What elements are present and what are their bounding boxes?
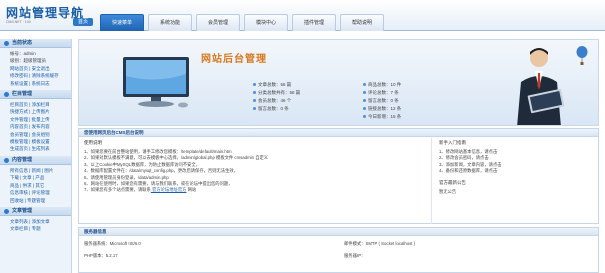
tab-quick-menu[interactable]: 快速菜单 [100, 14, 144, 31]
sidebar: 当前状态 帐号：admin 级别：超级管理员 网站首页 | 安全退出 修改密码 … [0, 39, 72, 273]
site-logo[interactable]: 网站管理导航 CMS.NET · 100 首页 [4, 3, 93, 29]
stat-item: 留言总数：0 条 [253, 106, 289, 112]
sidebar-link[interactable]: 内容首页 | 发布内容 [10, 123, 67, 130]
sidebar-link[interactable]: 会员管理 | 会员组别 [10, 131, 67, 138]
sidebar-link[interactable]: 下载 | 文章 | 产品 [10, 174, 67, 181]
sidebar-link[interactable]: 修改密码 | 清除系统缓存 [10, 72, 67, 79]
top-header: 网站管理导航 CMS.NET · 100 首页 快速菜单 系统功能 会员管理 模… [0, 0, 605, 31]
home-badge[interactable]: 首页 [73, 18, 93, 26]
sidebar-link[interactable]: 信息审核 | 评论管理 [10, 189, 67, 196]
stat-item: 链接总数：12 条 [363, 106, 401, 112]
balloon-icon [576, 46, 588, 65]
sidebar-row: 级别：超级管理员 [10, 58, 46, 64]
businessman-illustration [517, 48, 565, 125]
sidebar-link[interactable]: 栏目首页 | 添加栏目 [10, 101, 67, 108]
notice-text: 暂无公告 [439, 188, 457, 194]
main-nav-tabs: 快速菜单 系统功能 会员管理 模块中心 插件管理 帮助说明 [100, 14, 384, 31]
guide-panel: 您使用网页后台CMS后台说明 使用说明 1、如果您要在前台整站使用，请手工修改您… [78, 128, 599, 224]
sidebar-section-status[interactable]: 当前状态 [0, 39, 71, 48]
divider [431, 138, 432, 224]
server-panel-title: 服务器信息 [79, 228, 598, 236]
sidebar-link[interactable]: 生成首页 | 生成列表 [10, 145, 67, 152]
beginner-title: 新手入门指南 [439, 140, 466, 145]
guide-link[interactable]: 4、备份和还原数据库，请点击 [439, 168, 589, 174]
welcome-banner: 网站后台管理 文章总数：56 篇 分类总数共有：58 篇 会员总数：46 个 留… [78, 39, 599, 126]
sidebar-link[interactable]: 文章栏目 | 专题 [10, 225, 67, 232]
usage-title: 使用说明 [84, 140, 102, 145]
tab-modules[interactable]: 模块中心 [244, 14, 288, 31]
server-ip: 服务器IP： [344, 253, 366, 258]
php-version: PHP版本：5.2.17 [84, 253, 118, 258]
stat-item: 今日新增：15 条 [363, 114, 401, 120]
tab-plugins[interactable]: 插件管理 [292, 14, 336, 31]
logo-subtitle: CMS.NET · 100 [6, 20, 31, 24]
sidebar-section-columns[interactable]: 栏目管理 [0, 90, 71, 100]
sidebar-link[interactable]: 系统设置 | 系统日志 [10, 80, 67, 87]
sidebar-link[interactable]: 文件管理 | 批量上传 [10, 116, 67, 123]
sidebar-link[interactable]: 网站首页 | 安全退出 [10, 65, 67, 72]
mail-mode: 邮件模式：SMTP ( Socket localhost ) [344, 241, 416, 246]
monitor-illustration [123, 57, 189, 108]
sidebar-link[interactable]: 快捷方式 | 上传图片 [10, 108, 67, 115]
instruction-line: 7、如果您有多个站点需要，请联系 官方论坛地址官方 网站 [84, 187, 197, 193]
sidebar-link[interactable]: 回收站 | 专题管理 [10, 197, 67, 204]
stat-item: 分类总数共有：58 篇 [253, 90, 300, 96]
stat-item: 文章总数：56 篇 [253, 82, 291, 88]
banner-title: 网站后台管理 [201, 54, 267, 65]
notice-title: 官方最新公告 [439, 179, 466, 185]
server-os: 服务器系统：Microsoft IIS/6.0 [84, 241, 141, 246]
stat-item: 留言总数：0 条 [363, 98, 399, 104]
beginner-guide: 新手入门指南 1、修改网站基本信息，请点击 2、修改会员密码，请点击 3、添加新… [439, 140, 589, 195]
stat-item: 会员总数：46 个 [253, 98, 291, 104]
bullet-icon [4, 41, 9, 46]
forum-link[interactable]: 官方论坛地址官方 [151, 187, 186, 192]
sidebar-section-articles[interactable]: 文章管理 [0, 206, 71, 216]
tab-system[interactable]: 系统功能 [148, 14, 192, 31]
bullet-icon [4, 208, 9, 214]
sidebar-link[interactable]: 所有信息 | 新闻 | 图片 [10, 167, 67, 174]
tab-members[interactable]: 会员管理 [196, 14, 240, 31]
server-info-panel: 服务器信息 服务器系统：Microsoft IIS/6.0 邮件模式：SMTP … [78, 227, 599, 273]
guide-panel-title: 您使用网页后台CMS后台说明 [79, 129, 598, 137]
sidebar-row: 帐号：admin [10, 51, 36, 56]
sidebar-section-content[interactable]: 内容管理 [0, 155, 71, 165]
bullet-icon [4, 157, 9, 163]
bullet-icon [4, 92, 9, 98]
usage-instructions: 使用说明 1、如果您要在前台整站使用，请手工修改您模板：/template/de… [84, 140, 404, 194]
sidebar-link[interactable]: 模板管理 | 模板设置 [10, 138, 67, 145]
stat-item: 商品总数：10 件 [363, 82, 401, 88]
tab-help[interactable]: 帮助说明 [340, 14, 384, 31]
stat-item: 评论总数：7 条 [363, 90, 399, 96]
sidebar-link[interactable]: 商品 | 供求 | 其它 [10, 182, 67, 189]
sidebar-link[interactable]: 文章列表 | 添加文章 [10, 218, 67, 225]
